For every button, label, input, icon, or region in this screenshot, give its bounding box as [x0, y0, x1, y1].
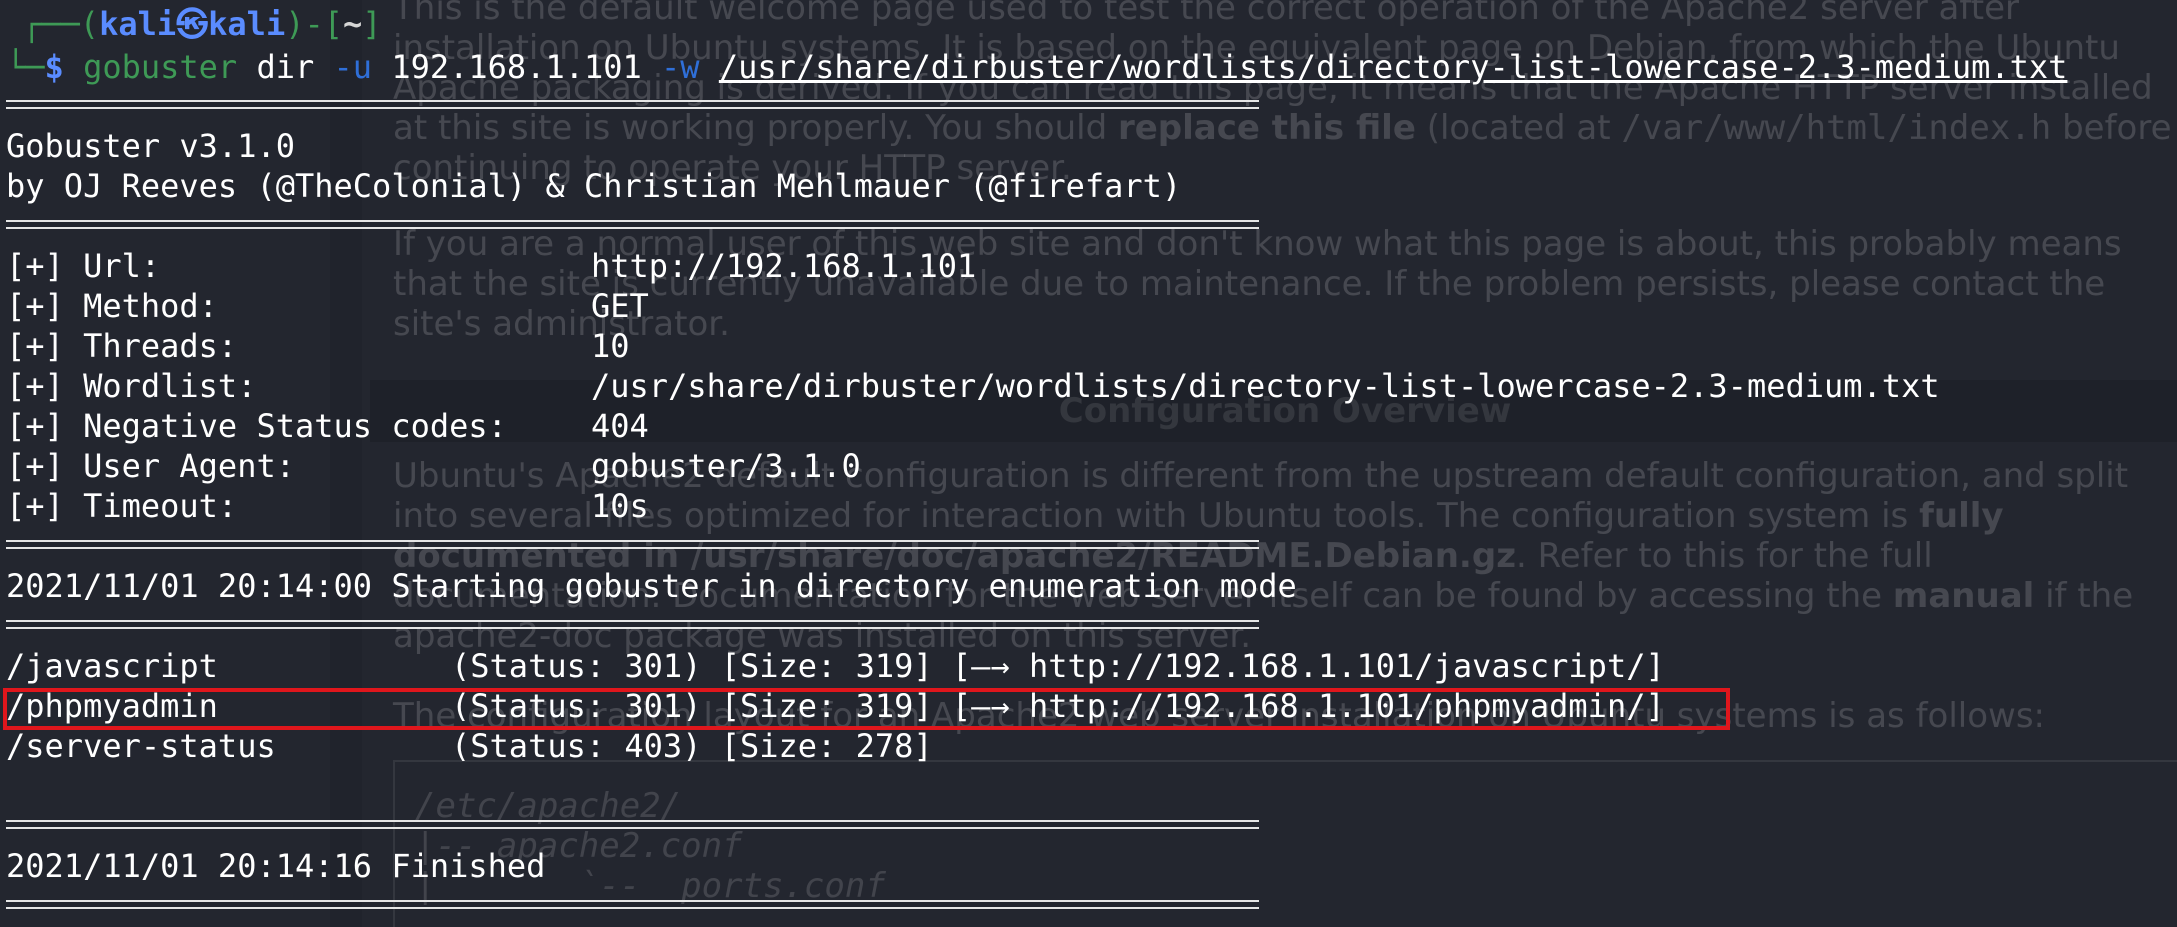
result-info: (Status: 403) [Size: 278] [451, 727, 933, 765]
finish-message: 2021/11/01 20:14:16 Finished [6, 847, 546, 885]
terminal-window[interactable]: ┌──(kali㉿kali)-[~] └─$ gobuster dir -u 1… [0, 0, 2177, 927]
prompt-close: ] [362, 5, 382, 43]
banner-authors: by OJ Reeves (@TheColonial) & Christian … [6, 167, 1182, 205]
separator [6, 540, 1259, 549]
command-line[interactable]: └─$ gobuster dir -u 192.168.1.101 -w /us… [6, 47, 2067, 87]
flag-wordlist: -w [661, 48, 700, 86]
result-row: /javascript (Status: 301) [Size: 319] [—→… [6, 646, 1665, 686]
flag-url: -u [333, 48, 373, 86]
command-target: 192.168.1.101 [391, 48, 642, 86]
config-url: [+] Url: http://192.168.1.101 [6, 247, 977, 285]
prompt-at-icon: ㉿ [176, 5, 209, 43]
prompt-dollar: $ [44, 48, 64, 86]
result-path: /server-status [6, 727, 276, 765]
separator [6, 620, 1259, 629]
config-wordlist: [+] Wordlist:/usr/share/dirbuster/wordli… [6, 367, 1940, 405]
separator [6, 900, 1259, 909]
config-method: [+] Method: GET [6, 287, 649, 325]
prompt-user: kali [99, 5, 177, 43]
result-row: /server-status (Status: 403) [Size: 278] [6, 726, 933, 766]
prompt-open: ┌──( [22, 5, 100, 43]
separator [6, 220, 1259, 229]
prompt-host: kali [208, 5, 286, 43]
separator [6, 820, 1259, 829]
command-wordlist-path: /usr/share/dirbuster/wordlists/directory… [718, 48, 2068, 86]
highlight-annotation-box [3, 688, 1730, 730]
command-name: gobuster [83, 48, 238, 86]
config-user-agent: [+] User Agent: gobuster/3.1.0 [6, 447, 861, 485]
prompt-corner-glyph: └─ [6, 48, 45, 86]
config-negative-status: [+] Negative Status codes: 404 [6, 407, 649, 445]
prompt-mid: )-[ [285, 5, 343, 43]
prompt-cwd: ~ [343, 5, 363, 43]
banner-version: Gobuster v3.1.0 [6, 127, 295, 165]
command-subcommand: dir [256, 48, 315, 86]
result-info: (Status: 301) [Size: 319] [—→ http://192… [451, 647, 1665, 685]
config-threads: [+] Threads: 10 [6, 327, 630, 365]
result-path: /javascript [6, 647, 218, 685]
config-timeout: [+] Timeout: 10s [6, 487, 649, 525]
prompt-header: ┌──(kali㉿kali)-[~] [22, 4, 382, 44]
start-message: 2021/11/01 20:14:00 Starting gobuster in… [6, 567, 1297, 605]
separator [6, 100, 1259, 109]
